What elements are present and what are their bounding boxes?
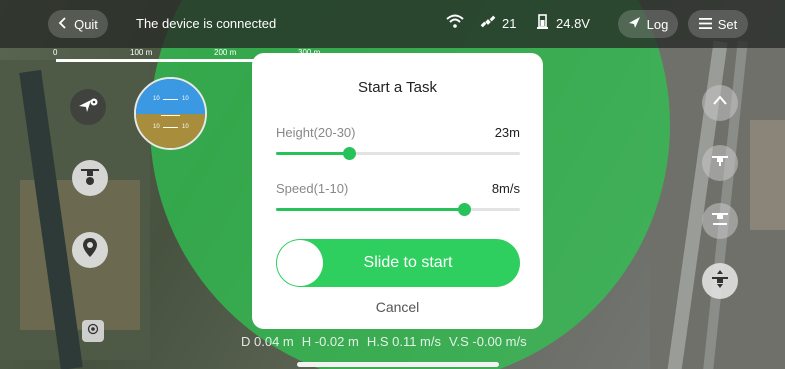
log-button[interactable]: Log xyxy=(618,10,678,38)
hover-button[interactable] xyxy=(702,145,738,181)
connection-status: The device is connected xyxy=(136,16,277,31)
map-pin-icon xyxy=(80,236,100,265)
pitch-label: 10 xyxy=(153,124,160,130)
pitch-label: 10 xyxy=(182,124,189,130)
quit-label: Quit xyxy=(74,16,98,32)
wifi-icon xyxy=(446,14,464,31)
cancel-button[interactable]: Cancel xyxy=(252,299,543,315)
takeoff-icon xyxy=(711,92,729,115)
pitch-line xyxy=(163,99,178,100)
chevron-left-icon xyxy=(58,16,68,32)
target-icon xyxy=(87,322,99,340)
navigate-button[interactable] xyxy=(70,89,106,125)
speed-slider-fill xyxy=(276,208,464,211)
slide-to-start-label: Slide to start xyxy=(363,254,453,271)
satellite-status: 21 xyxy=(480,14,516,33)
height-value: 23m xyxy=(494,125,520,140)
height-slider-knob[interactable] xyxy=(343,147,357,160)
attitude-ground xyxy=(136,113,205,148)
satellite-icon xyxy=(480,14,496,33)
set-label: Set xyxy=(717,16,738,32)
dialog-title: Start a Task xyxy=(358,79,437,96)
start-task-dialog: Start a Task Height(20-30) 23m Speed(1-1… xyxy=(252,53,543,329)
paper-plane-icon xyxy=(628,16,641,32)
battery-icon xyxy=(536,14,550,33)
wifi-status xyxy=(446,14,464,31)
battery-status: 24.8V xyxy=(536,14,590,33)
home-indicator[interactable] xyxy=(297,362,499,367)
satellite-count: 21 xyxy=(502,16,517,31)
speed-label: Speed(1-10) xyxy=(276,181,349,196)
battery-voltage: 24.8V xyxy=(556,16,590,31)
horizon-line xyxy=(161,115,180,116)
top-bar: Quit The device is connected 21 24.8V Lo… xyxy=(0,0,785,48)
height-readout: H -0.02 m xyxy=(301,334,359,349)
attitude-indicator: 10 10 10 10 xyxy=(134,77,207,150)
settings-button[interactable]: Set xyxy=(688,10,748,38)
pitch-label: 10 xyxy=(153,96,160,102)
land-button[interactable] xyxy=(702,203,738,239)
drone-mode-button[interactable] xyxy=(72,160,108,196)
terrain-patch xyxy=(750,120,785,230)
scale-tick-label: 0 xyxy=(53,48,58,57)
horizontal-speed-readout: H.S 0.11 m/s xyxy=(366,334,442,349)
return-home-button[interactable] xyxy=(702,263,738,299)
location-pin-button[interactable] xyxy=(72,232,108,268)
height-slider-fill xyxy=(276,152,350,155)
height-label: Height(20-30) xyxy=(276,125,356,140)
locate-button[interactable] xyxy=(82,320,104,342)
menu-icon xyxy=(698,17,712,32)
quit-button[interactable]: Quit xyxy=(48,10,108,38)
landing-icon xyxy=(711,211,729,232)
location-arrow-icon xyxy=(77,96,99,119)
speed-slider-knob[interactable] xyxy=(457,203,471,216)
speed-slider[interactable] xyxy=(276,203,520,216)
slide-to-start-control[interactable]: Slide to start xyxy=(276,239,520,287)
scale-tick-label: 100 m xyxy=(130,48,153,57)
pitch-line xyxy=(163,127,178,128)
telemetry-readout: D 0.04 m H -0.02 m H.S 0.11 m/s V.S -0.0… xyxy=(241,334,527,349)
height-slider[interactable] xyxy=(276,147,520,160)
takeoff-button[interactable] xyxy=(702,85,738,121)
drone-icon xyxy=(711,154,729,173)
vertical-speed-readout: V.S -0.00 m/s xyxy=(449,334,527,349)
drone-return-icon xyxy=(710,269,730,294)
pitch-label: 10 xyxy=(182,96,189,102)
drone-icon xyxy=(78,164,102,193)
scale-tick-label: 200 m xyxy=(214,48,237,57)
attitude-sky xyxy=(136,79,205,114)
log-label: Log xyxy=(646,16,669,32)
speed-value: 8m/s xyxy=(491,181,520,196)
distance-readout: D 0.04 m xyxy=(241,334,294,349)
